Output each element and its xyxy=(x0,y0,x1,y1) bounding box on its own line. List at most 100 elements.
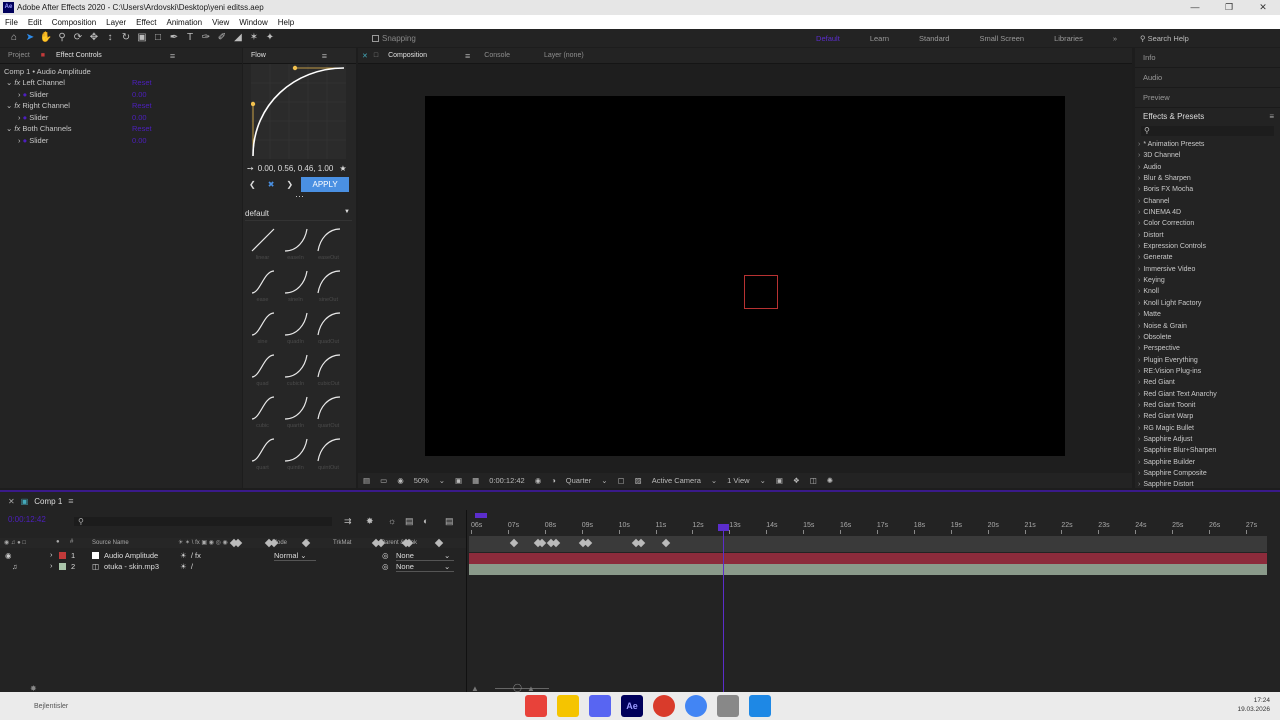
home-icon[interactable]: ⌂ xyxy=(6,31,22,45)
panel-menu-icon[interactable]: ≡ xyxy=(322,51,327,61)
more-options-icon[interactable]: ⋯ xyxy=(243,192,356,201)
effects-category[interactable]: › CINEMA 4D xyxy=(1135,207,1280,218)
expand-chevron-icon[interactable]: › xyxy=(1138,413,1140,420)
easing-values[interactable]: 0.00, 0.56, 0.46, 1.00 xyxy=(258,164,334,173)
expand-chevron-icon[interactable]: › xyxy=(18,90,21,99)
expand-chevron-icon[interactable]: › xyxy=(1138,220,1140,227)
effects-category[interactable]: › Sapphire Composite xyxy=(1135,468,1280,479)
expand-chevron-icon[interactable]: › xyxy=(1138,447,1140,454)
menu-composition[interactable]: Composition xyxy=(47,18,101,27)
expand-chevron-icon[interactable]: ⌄ xyxy=(6,101,12,110)
expand-chevron-icon[interactable]: › xyxy=(1138,232,1140,239)
ease-mode-icon[interactable]: ✖ xyxy=(268,180,275,189)
reset-link[interactable]: Reset xyxy=(132,100,152,112)
fast-previews-icon[interactable]: ◫ xyxy=(805,476,822,485)
easing-preset[interactable]: cubicOut xyxy=(312,351,345,393)
camera-dropdown-icon[interactable]: ⌄ xyxy=(706,476,722,485)
expand-chevron-icon[interactable]: › xyxy=(1138,152,1140,159)
expand-chevron-icon[interactable]: › xyxy=(1138,141,1140,148)
keyframe-marker[interactable] xyxy=(583,538,593,548)
minimize-icon[interactable]: — xyxy=(1178,0,1212,15)
effects-category[interactable]: › Channel xyxy=(1135,196,1280,207)
expand-chevron-icon[interactable]: › xyxy=(1138,357,1140,364)
opera-app-icon[interactable] xyxy=(525,695,547,717)
close-tab-icon[interactable]: ✕ xyxy=(358,52,372,60)
orbit-tool-icon[interactable]: ⟳ xyxy=(70,31,86,45)
resolution-select[interactable]: Quarter xyxy=(561,476,596,485)
timeline-current-time[interactable]: 0:00:12:42 xyxy=(8,515,46,524)
preview-panel-header[interactable]: Preview xyxy=(1135,88,1280,108)
roto-tool-icon[interactable]: ✶ xyxy=(246,31,262,45)
system-tray[interactable]: 17:24 19.03.2026 xyxy=(1237,696,1270,714)
clone-tool-icon[interactable]: ✐ xyxy=(214,31,230,45)
composition-viewer[interactable] xyxy=(358,64,1132,473)
keyframe-marker[interactable] xyxy=(636,538,646,548)
pixel-aspect-icon[interactable]: ▣ xyxy=(771,476,788,485)
easing-curve-editor[interactable] xyxy=(250,64,346,159)
expand-chevron-icon[interactable]: › xyxy=(1138,481,1140,488)
effects-category[interactable]: › RE:Vision Plug-ins xyxy=(1135,366,1280,377)
easing-preset[interactable]: quadIn xyxy=(279,309,312,351)
effects-category[interactable]: › Noise & Grain xyxy=(1135,321,1280,332)
transparency-grid-icon[interactable]: ▨ xyxy=(630,476,647,485)
slider-value[interactable]: 0.00 xyxy=(132,112,147,124)
workspace-default[interactable]: Default xyxy=(801,34,855,43)
expand-chevron-icon[interactable]: › xyxy=(1138,254,1140,261)
expand-chevron-icon[interactable]: › xyxy=(1138,300,1140,307)
workspace-learn[interactable]: Learn xyxy=(855,34,904,43)
mask-visibility-icon[interactable]: ◉ xyxy=(392,476,409,485)
effects-category[interactable]: › RG Magic Bullet xyxy=(1135,423,1280,434)
source-name-header[interactable]: Source Name xyxy=(92,540,129,546)
expand-chevron-icon[interactable]: › xyxy=(1138,368,1140,375)
favorite-star-icon[interactable]: ★ xyxy=(339,164,346,173)
snapshot-icon[interactable]: ◉ xyxy=(530,476,547,485)
expand-chevron-icon[interactable]: › xyxy=(1138,186,1140,193)
expand-chevron-icon[interactable]: › xyxy=(1138,311,1140,318)
layer-row[interactable]: ◉ › 1 Audio Amplitude ☀ / fx Normal ⌄ ◎ … xyxy=(0,550,466,561)
easing-preset[interactable]: sineIn xyxy=(279,267,312,309)
eraser-tool-icon[interactable]: ◢ xyxy=(230,31,246,45)
easing-preset[interactable]: cubicIn xyxy=(279,351,312,393)
after-effects-app-icon[interactable]: Ae xyxy=(621,695,643,717)
media-app-icon[interactable] xyxy=(749,695,771,717)
expand-chevron-icon[interactable]: › xyxy=(1138,334,1140,341)
easing-preset[interactable]: cubic xyxy=(246,393,279,435)
snapping-toggle[interactable]: Snapping xyxy=(372,34,416,43)
menu-effect[interactable]: Effect xyxy=(131,18,161,27)
effects-category[interactable]: › Sapphire Distort xyxy=(1135,479,1280,490)
expand-chevron-icon[interactable]: › xyxy=(1138,425,1140,432)
easing-handle-1[interactable] xyxy=(250,101,256,107)
effects-category[interactable]: › Keying xyxy=(1135,275,1280,286)
layer-label-color[interactable] xyxy=(59,563,66,570)
exposure-icon[interactable]: ✺ xyxy=(822,476,838,485)
current-timecode[interactable]: 0:00:12:42 xyxy=(484,476,529,485)
expand-chevron-icon[interactable]: › xyxy=(1138,402,1140,409)
zoom-select[interactable]: 50% xyxy=(409,476,434,485)
selection-tool-icon[interactable]: ➤ xyxy=(22,31,38,45)
easing-preset[interactable]: easeOut xyxy=(312,225,345,267)
playhead[interactable] xyxy=(723,524,724,694)
effects-category[interactable]: › Red Giant Toonit xyxy=(1135,400,1280,411)
rotate-tool-icon[interactable]: ↻ xyxy=(118,31,134,45)
shy-layers-icon[interactable]: ☼ xyxy=(388,516,396,526)
visibility-eye-icon[interactable]: ◉ xyxy=(5,551,12,560)
effects-category[interactable]: › Color Correction xyxy=(1135,218,1280,229)
layer-name[interactable]: Audio Amplitude xyxy=(104,551,158,560)
expand-chevron-icon[interactable]: › xyxy=(1138,175,1140,182)
hand-tool-icon[interactable]: ✋ xyxy=(38,31,54,45)
workspace-libraries[interactable]: Libraries xyxy=(1039,34,1098,43)
easing-preset[interactable]: sine xyxy=(246,309,279,351)
effects-category[interactable]: › Boris FX Mocha xyxy=(1135,184,1280,195)
effects-category[interactable]: › * Animation Presets xyxy=(1135,139,1280,150)
apply-button[interactable]: APPLY xyxy=(301,176,350,192)
layer-switches[interactable]: ☀ / fx xyxy=(180,551,201,560)
anchor-tool-icon[interactable]: ▣ xyxy=(134,31,150,45)
tab-comp-1[interactable]: Comp 1 xyxy=(34,497,62,506)
effects-category[interactable]: › Sapphire Adjust xyxy=(1135,434,1280,445)
keyframe-marker[interactable] xyxy=(551,538,561,548)
maximize-icon[interactable]: ❐ xyxy=(1212,0,1246,15)
effects-category[interactable]: › Matte xyxy=(1135,309,1280,320)
audio-panel-header[interactable]: Audio xyxy=(1135,68,1280,88)
timeline-zoom-slider[interactable] xyxy=(495,688,549,689)
easing-preset[interactable]: sineOut xyxy=(312,267,345,309)
